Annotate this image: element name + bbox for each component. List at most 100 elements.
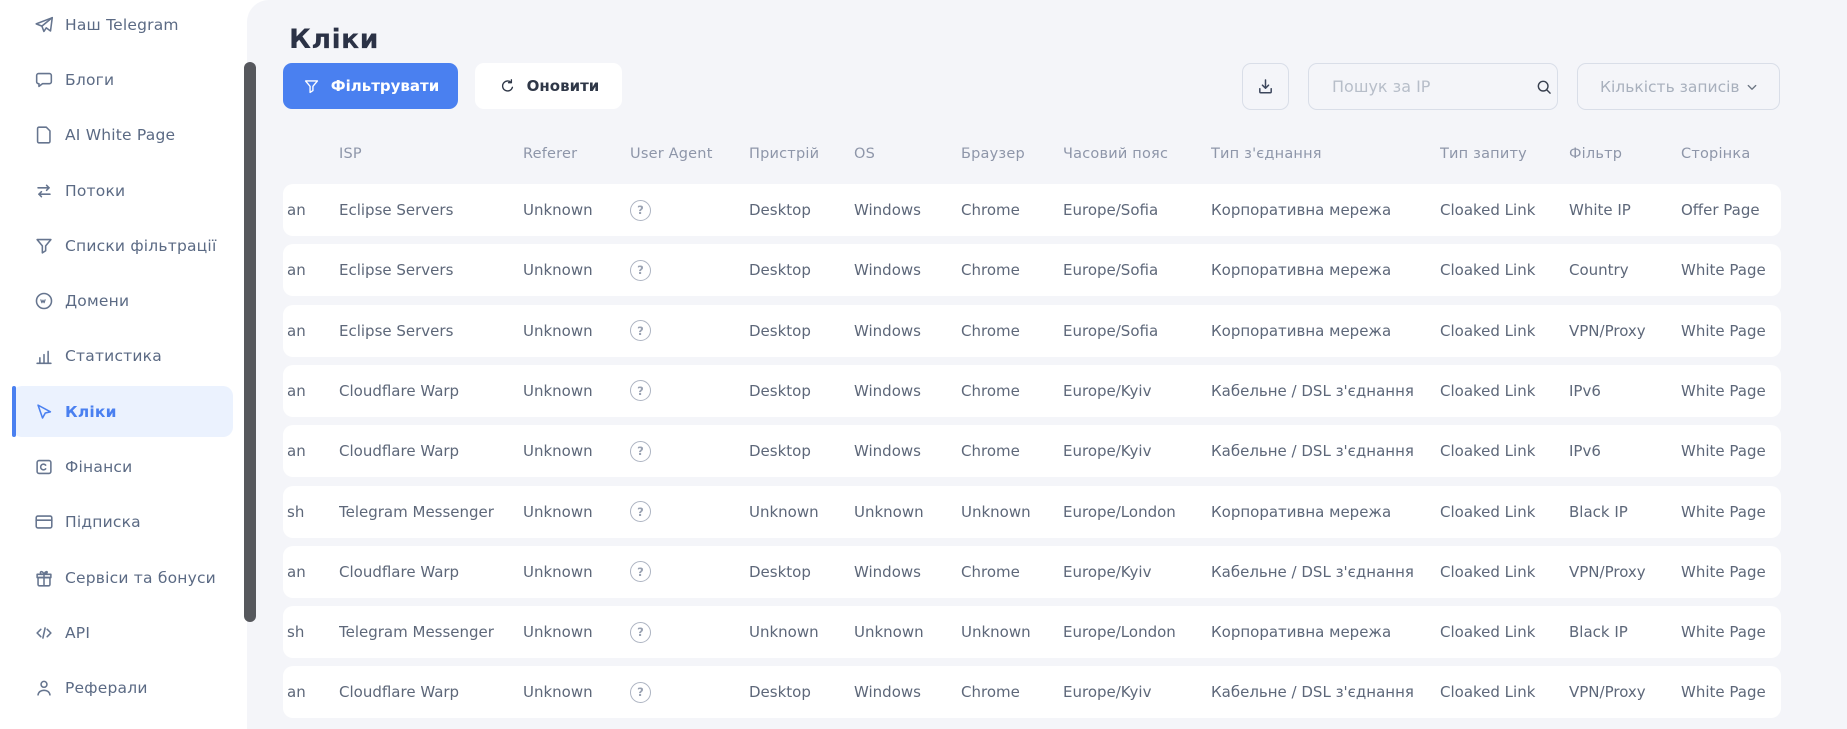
question-circle-icon[interactable]: ? bbox=[630, 622, 651, 643]
cell-connection: Кабельне / DSL з'єднання bbox=[1211, 382, 1440, 400]
cell-browser: Chrome bbox=[961, 322, 1063, 340]
sidebar-item-api[interactable]: API bbox=[0, 605, 247, 660]
cell-device: Unknown bbox=[749, 503, 854, 521]
cell-device: Unknown bbox=[749, 623, 854, 641]
table-header: ISPRefererUser AgentПристрійOSБраузерЧас… bbox=[283, 146, 1781, 162]
records-count-dropdown[interactable]: Кількість записів bbox=[1577, 63, 1780, 110]
sidebar-item-blogs[interactable]: Блоги bbox=[0, 52, 247, 107]
sidebar-item-label: Кліки bbox=[65, 403, 117, 421]
question-circle-icon[interactable]: ? bbox=[630, 260, 651, 281]
cell-isp: Cloudflare Warp bbox=[339, 563, 523, 581]
question-circle-icon[interactable]: ? bbox=[630, 200, 651, 221]
cell-timezone: Europe/London bbox=[1063, 623, 1211, 641]
column-header-referer: Referer bbox=[523, 146, 630, 162]
question-circle-icon[interactable]: ? bbox=[630, 561, 651, 582]
table-row: anCloudflare WarpUnknown?DesktopWindowsC… bbox=[283, 546, 1781, 598]
sidebar-item-label: Блоги bbox=[65, 71, 114, 89]
cell-user-agent: ? bbox=[630, 501, 749, 522]
cell-device: Desktop bbox=[749, 563, 854, 581]
cell-request-type: Cloaked Link bbox=[1440, 382, 1569, 400]
globe-icon bbox=[33, 290, 55, 312]
question-circle-icon[interactable]: ? bbox=[630, 682, 651, 703]
cell-os: Windows bbox=[854, 322, 961, 340]
cell-connection: Корпоративна мережа bbox=[1211, 322, 1440, 340]
sidebar-item-label: Реферали bbox=[65, 679, 148, 697]
sidebar-item-finance[interactable]: Фінанси bbox=[0, 439, 247, 494]
search-icon[interactable] bbox=[1534, 77, 1554, 97]
cell-timezone: Europe/London bbox=[1063, 503, 1211, 521]
cell-request-type: Cloaked Link bbox=[1440, 503, 1569, 521]
sidebar-item-subscription[interactable]: Підписка bbox=[0, 495, 247, 550]
cell-isp: Eclipse Servers bbox=[339, 261, 523, 279]
cell-request-type: Cloaked Link bbox=[1440, 201, 1569, 219]
table-row: anEclipse ServersUnknown?DesktopWindowsC… bbox=[283, 244, 1781, 296]
cell-device: Desktop bbox=[749, 261, 854, 279]
sidebar-item-filter-lists[interactable]: Списки фільтрації bbox=[0, 218, 247, 273]
cell-page: White Page bbox=[1681, 683, 1781, 701]
sidebar-item-clicks[interactable]: Кліки bbox=[0, 384, 247, 439]
sidebar-item-streams[interactable]: Потоки bbox=[0, 163, 247, 218]
cell-device: Desktop bbox=[749, 322, 854, 340]
download-button[interactable] bbox=[1242, 63, 1289, 110]
user-icon bbox=[33, 677, 55, 699]
search-input[interactable] bbox=[1330, 76, 1534, 97]
cell-timezone: Europe/Kyiv bbox=[1063, 563, 1211, 581]
cell-referer: Unknown bbox=[523, 503, 630, 521]
cell-isp: Cloudflare Warp bbox=[339, 442, 523, 460]
cell-timezone: Europe/Kyiv bbox=[1063, 683, 1211, 701]
cell-user-agent: ? bbox=[630, 441, 749, 462]
column-header-device: Пристрій bbox=[749, 146, 854, 162]
main-content: Кліки Фільтрувати Оновити Кількість запи… bbox=[247, 0, 1847, 729]
cell-os: Windows bbox=[854, 382, 961, 400]
table-row: anCloudflare WarpUnknown?DesktopWindowsC… bbox=[283, 365, 1781, 417]
cell-user-agent: ? bbox=[630, 622, 749, 643]
question-circle-icon[interactable]: ? bbox=[630, 380, 651, 401]
cell-page: White Page bbox=[1681, 322, 1781, 340]
chat-icon bbox=[33, 69, 55, 91]
cell-clipped-fragment: sh bbox=[283, 623, 339, 641]
sidebar-item-ai-white-page[interactable]: AI White Page bbox=[0, 108, 247, 163]
sidebar-item-telegram[interactable]: Наш Telegram bbox=[0, 0, 247, 52]
cell-page: White Page bbox=[1681, 623, 1781, 641]
question-circle-icon[interactable]: ? bbox=[630, 501, 651, 522]
cell-referer: Unknown bbox=[523, 382, 630, 400]
column-header-page: Сторінка bbox=[1681, 146, 1781, 162]
finance-icon bbox=[33, 456, 55, 478]
cell-clipped-fragment: an bbox=[283, 683, 339, 701]
column-header-connection: Тип з'єднання bbox=[1211, 146, 1440, 162]
vertical-scrollbar-thumb[interactable] bbox=[244, 62, 256, 622]
column-header-browser: Браузер bbox=[961, 146, 1063, 162]
cell-browser: Unknown bbox=[961, 623, 1063, 641]
cell-filter: White IP bbox=[1569, 201, 1681, 219]
table-row: anCloudflare WarpUnknown?DesktopWindowsC… bbox=[283, 666, 1781, 718]
question-circle-icon[interactable]: ? bbox=[630, 320, 651, 341]
cell-page: White Page bbox=[1681, 442, 1781, 460]
sidebar-item-referrals[interactable]: Реферали bbox=[0, 661, 247, 716]
cell-clipped-fragment: an bbox=[283, 382, 339, 400]
sidebar: Наш Telegram Блоги AI White PageПотокиСпис… bbox=[0, 0, 247, 729]
sidebar-item-services-bonuses[interactable]: Сервіси та бонуси bbox=[0, 550, 247, 605]
cell-referer: Unknown bbox=[523, 322, 630, 340]
sidebar-item-statistics[interactable]: Статистика bbox=[0, 329, 247, 384]
stats-icon bbox=[33, 345, 55, 367]
cell-os: Windows bbox=[854, 261, 961, 279]
sidebar-item-domains[interactable]: Домени bbox=[0, 273, 247, 328]
cell-filter: Black IP bbox=[1569, 503, 1681, 521]
sidebar-list: Наш Telegram Блоги AI White PageПотокиСпис… bbox=[0, 0, 247, 716]
refresh-button[interactable]: Оновити bbox=[475, 63, 622, 109]
cell-user-agent: ? bbox=[630, 260, 749, 281]
cell-request-type: Cloaked Link bbox=[1440, 442, 1569, 460]
cell-timezone: Europe/Sofia bbox=[1063, 201, 1211, 219]
question-circle-icon[interactable]: ? bbox=[630, 441, 651, 462]
gift-icon bbox=[33, 567, 55, 589]
page-icon bbox=[33, 124, 55, 146]
cell-referer: Unknown bbox=[523, 261, 630, 279]
cell-filter: VPN/Proxy bbox=[1569, 322, 1681, 340]
cell-browser: Chrome bbox=[961, 382, 1063, 400]
cell-isp: Telegram Messenger bbox=[339, 503, 523, 521]
cell-connection: Кабельне / DSL з'єднання bbox=[1211, 683, 1440, 701]
cell-connection: Кабельне / DSL з'єднання bbox=[1211, 442, 1440, 460]
cell-device: Desktop bbox=[749, 683, 854, 701]
card-icon bbox=[33, 511, 55, 533]
filter-button[interactable]: Фільтрувати bbox=[283, 63, 458, 109]
